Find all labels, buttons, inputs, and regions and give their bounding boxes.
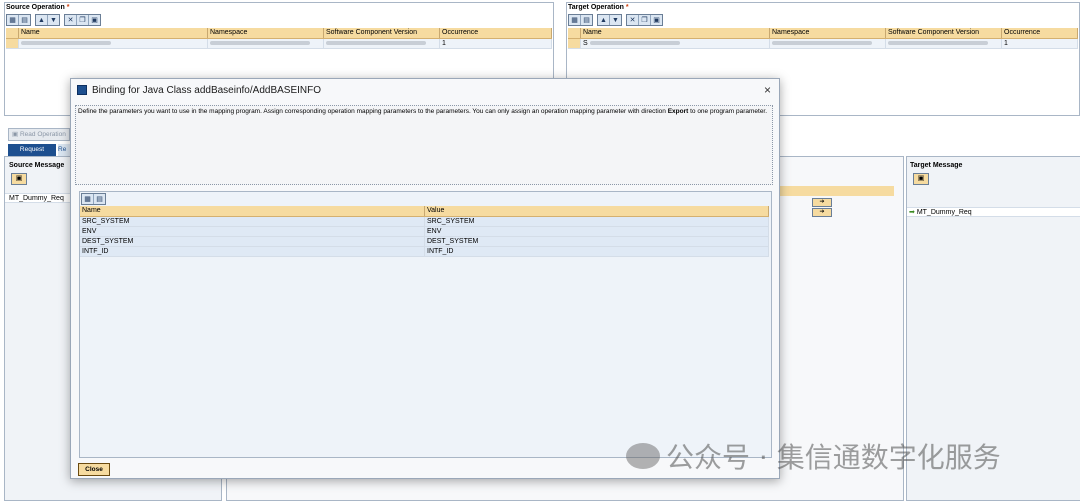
move-down-icon[interactable]: ▼ [610, 15, 621, 25]
parameter-table: ▦ ▤ Name Value SRC_SYSTEM SRC_SYSTEM ENV … [79, 191, 772, 458]
app-icon [77, 85, 87, 95]
col-name[interactable]: Name [80, 206, 425, 216]
binding-dialog: Binding for Java Class addBaseinfo/AddBA… [70, 78, 780, 479]
source-operation-toolbar: ▦ ▤ ▲ ▼ ✕ ❐ ▣ [6, 14, 101, 26]
col-name[interactable]: Name [19, 28, 208, 38]
table-row[interactable]: DEST_SYSTEM DEST_SYSTEM [80, 237, 769, 247]
table-row[interactable]: SRC_SYSTEM SRC_SYSTEM [80, 217, 769, 227]
table-row[interactable]: S 1 [568, 39, 1078, 49]
copy-icon[interactable]: ❐ [639, 15, 651, 25]
table-row[interactable]: ENV ENV [80, 227, 769, 237]
copy-icon[interactable]: ❐ [77, 15, 89, 25]
delete-icon[interactable]: ✕ [627, 15, 639, 25]
delete-icon[interactable]: ✕ [65, 15, 77, 25]
col-swcv[interactable]: Software Component Version [324, 28, 440, 38]
dialog-description: Define the parameters you want to use in… [75, 105, 773, 185]
target-message-title: Target Message [910, 162, 963, 169]
col-namespace[interactable]: Namespace [208, 28, 324, 38]
close-icon[interactable]: × [764, 83, 771, 97]
col-occurrence[interactable]: Occurrence [440, 28, 552, 38]
col-namespace[interactable]: Namespace [770, 28, 886, 38]
insert-row-icon[interactable]: ▤ [19, 15, 30, 25]
arrow-right-icon[interactable]: ➔ [812, 198, 832, 207]
add-row-icon[interactable]: ▦ [569, 15, 581, 25]
message-icon[interactable]: ▣ [11, 173, 27, 185]
insert-row-icon[interactable]: ▤ [581, 15, 592, 25]
col-name[interactable]: Name [581, 28, 770, 38]
col-value[interactable]: Value [425, 206, 769, 216]
source-message-title: Source Message [9, 162, 65, 169]
add-row-icon[interactable]: ▦ [82, 194, 94, 204]
col-swcv[interactable]: Software Component Version [886, 28, 1002, 38]
table-row[interactable]: 1 [6, 39, 552, 49]
target-operation-title: Target Operation * [568, 4, 629, 11]
move-up-icon[interactable]: ▲ [598, 15, 610, 25]
tab-request[interactable]: Request [8, 144, 56, 156]
target-message-item[interactable]: ➡ MT_Dummy_Req [907, 207, 1080, 217]
read-operation-button[interactable]: ▣ Read Operation [8, 128, 70, 141]
table-row[interactable]: INTF_ID INTF_ID [80, 247, 769, 257]
watermark: 公众号 · 集信通数字化服务 [626, 436, 1001, 476]
paste-icon[interactable]: ▣ [89, 15, 100, 25]
wechat-icon [626, 443, 660, 469]
arrow-right-icon[interactable]: ➔ [812, 208, 832, 217]
insert-row-icon[interactable]: ▤ [94, 194, 105, 204]
parameter-grid: Name Value SRC_SYSTEM SRC_SYSTEM ENV ENV… [80, 206, 769, 257]
dialog-title: Binding for Java Class addBaseinfo/AddBA… [92, 84, 322, 96]
parameter-toolbar: ▦ ▤ [81, 193, 106, 205]
col-occurrence[interactable]: Occurrence [1002, 28, 1078, 38]
target-operation-toolbar: ▦ ▤ ▲ ▼ ✕ ❐ ▣ [568, 14, 663, 26]
message-icon[interactable]: ▣ [913, 173, 929, 185]
link-arrow-icon: ➡ [909, 209, 915, 216]
dialog-titlebar: Binding for Java Class addBaseinfo/AddBA… [71, 79, 779, 101]
close-button[interactable]: Close [78, 463, 110, 476]
move-up-icon[interactable]: ▲ [36, 15, 48, 25]
add-row-icon[interactable]: ▦ [7, 15, 19, 25]
message-tabs: Request Re [4, 144, 72, 156]
move-down-icon[interactable]: ▼ [48, 15, 59, 25]
source-operation-grid: Name Namespace Software Component Versio… [6, 28, 552, 49]
source-operation-title: Source Operation * [6, 4, 70, 11]
target-operation-grid: Name Namespace Software Component Versio… [568, 28, 1078, 49]
read-icon: ▣ [12, 131, 19, 138]
paste-icon[interactable]: ▣ [651, 15, 662, 25]
